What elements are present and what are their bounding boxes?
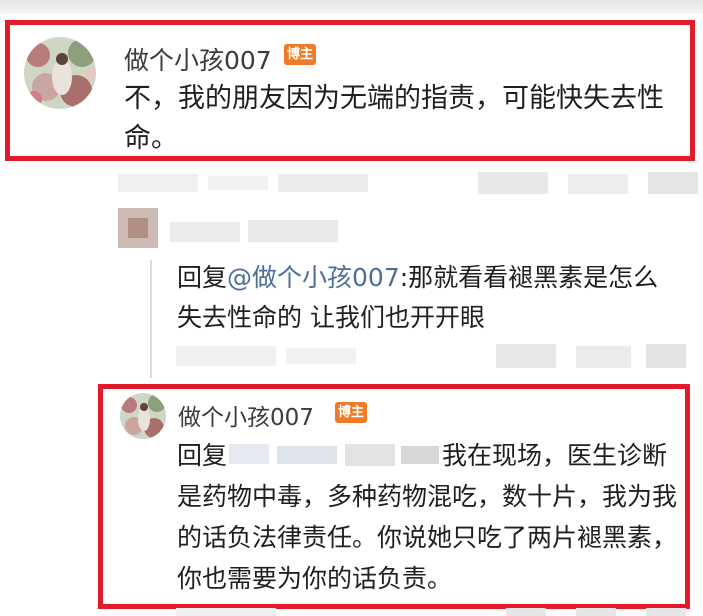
- blurred-mention: [229, 444, 440, 466]
- blurred-meta-row: [118, 172, 698, 194]
- author-badge: 博主: [335, 402, 367, 423]
- blurred-meta-row: [176, 608, 686, 616]
- thread-line: [150, 260, 152, 378]
- avatar[interactable]: [120, 393, 166, 439]
- author-badge: 博主: [284, 44, 316, 65]
- reply-quote-text: 回复@做个小孩007:那就看看褪黑素是怎么失去性命的 让我们也开开眼: [177, 258, 682, 338]
- comment-text: 不，我的朋友因为无端的指责，可能快失去性命。: [124, 83, 664, 154]
- blurred-reply-author: [118, 208, 338, 248]
- reply-prefix: 回复: [177, 263, 228, 292]
- top-edge-bar: [0, 0, 703, 14]
- comment-text: 回复 我在现场，医生诊断是药物中毒，多种药物混吃，数十片，我为我的话负法律责任。你…: [177, 435, 687, 599]
- username[interactable]: 做个小孩007: [178, 398, 314, 432]
- avatar[interactable]: [24, 37, 96, 109]
- blurred-meta-row: [176, 344, 686, 368]
- username[interactable]: 做个小孩007: [124, 41, 272, 77]
- mention-link[interactable]: @做个小孩007: [227, 263, 400, 292]
- reply-prefix: 回复: [177, 441, 228, 470]
